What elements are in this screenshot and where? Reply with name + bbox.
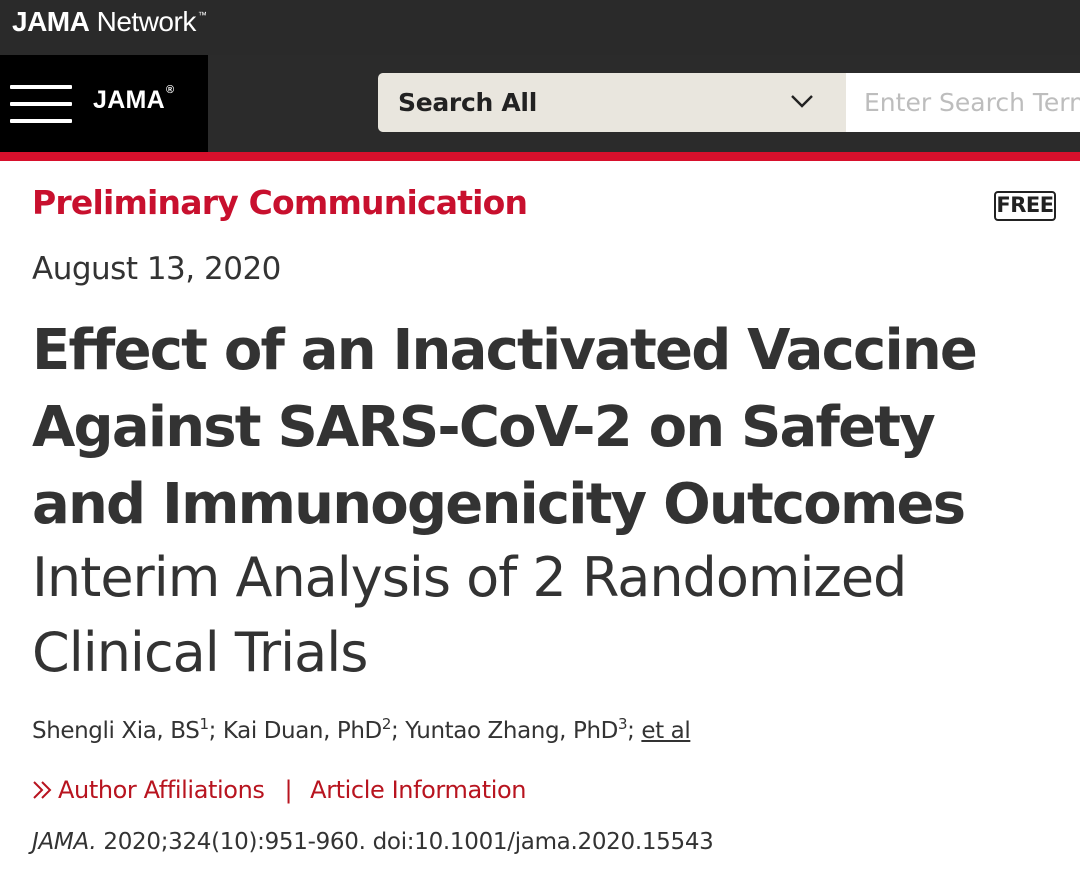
brand-rest: Network: [89, 6, 197, 37]
jama-logo-text: JAMA: [93, 86, 166, 114]
hamburger-menu-icon[interactable]: [10, 85, 72, 125]
article-type: Preliminary Communication: [32, 183, 528, 222]
author-list: Shengli Xia, BS1; Kai Duan, PhD2; Yuntao…: [32, 715, 691, 744]
author-name[interactable]: Kai Duan, PhD: [223, 718, 382, 744]
brand-bold: JAMA: [12, 6, 90, 37]
search-input[interactable]: [846, 73, 1080, 132]
author-name[interactable]: Yuntao Zhang, PhD: [405, 718, 618, 744]
citation: JAMA. 2020;324(10):951-960. doi:10.1001/…: [32, 829, 714, 855]
site-header: JAMA® Search All: [0, 55, 1080, 152]
double-chevron-right-icon: [33, 781, 52, 799]
article-title: Effect of an Inactivated Vaccine Against…: [32, 318, 978, 537]
trademark-mark: ™: [197, 10, 207, 20]
author-affiliations-label: Author Affiliations: [58, 776, 265, 804]
author-name[interactable]: Shengli Xia, BS: [32, 718, 200, 744]
jama-logo[interactable]: JAMA®: [93, 84, 175, 115]
search-scope-label: Search All: [398, 88, 537, 117]
jama-network-logo[interactable]: JAMA Network ™: [12, 6, 207, 38]
link-separator: |: [284, 776, 293, 804]
journal-name: JAMA.: [32, 829, 97, 855]
free-access-badge: FREE: [994, 191, 1056, 221]
author-affil-number: 1: [199, 715, 209, 733]
publication-date: August 13, 2020: [32, 251, 281, 287]
network-bar: JAMA Network ™: [0, 0, 1080, 55]
article-subtitle: Interim Analysis of 2 Randomized Clinica…: [32, 546, 907, 684]
registered-mark: ®: [166, 84, 175, 96]
chevron-down-icon: [791, 95, 813, 108]
logo-block: JAMA®: [0, 55, 208, 152]
author-affil-number: 2: [381, 715, 392, 733]
article-info-links: Author Affiliations | Article Information: [32, 776, 527, 804]
citation-details: 2020;324(10):951-960. doi:10.1001/jama.2…: [96, 829, 714, 855]
search-scope-dropdown[interactable]: Search All: [378, 73, 846, 132]
author-affil-number: 3: [617, 715, 628, 733]
accent-divider: [0, 152, 1080, 161]
author-affiliations-link[interactable]: Author Affiliations: [32, 776, 265, 804]
article-information-link[interactable]: Article Information: [310, 776, 526, 804]
et-al-link[interactable]: et al: [641, 718, 690, 744]
